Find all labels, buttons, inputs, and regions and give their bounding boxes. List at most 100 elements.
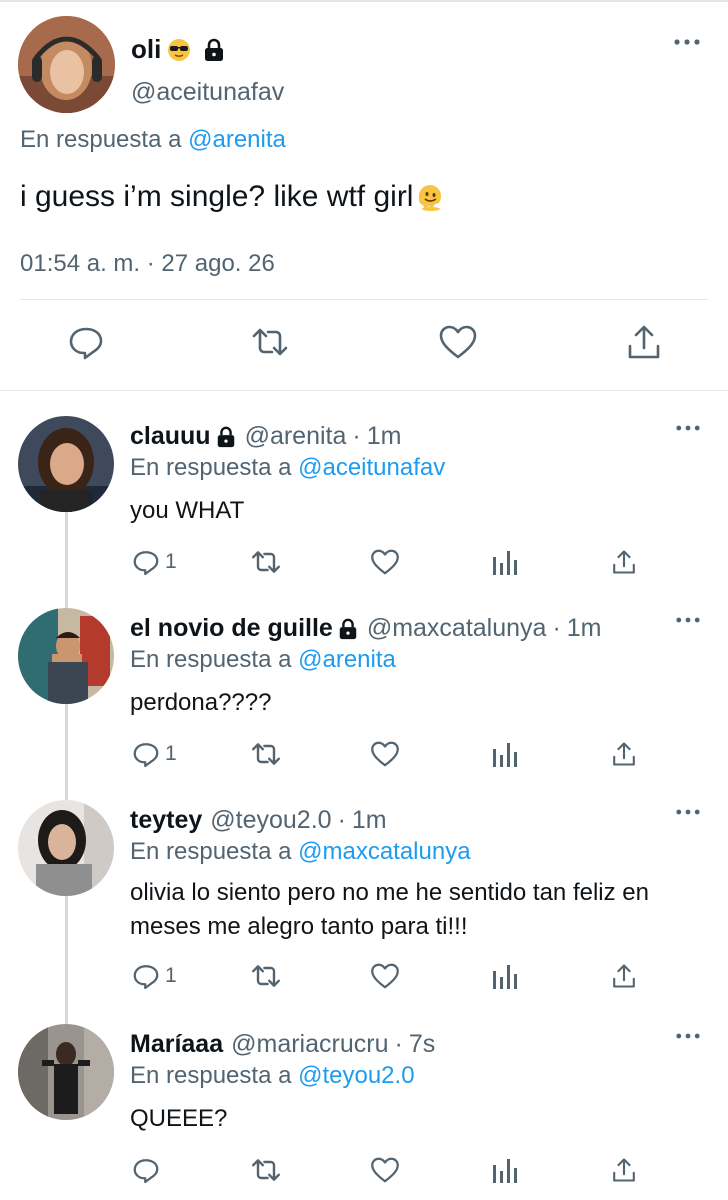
reply-time[interactable]: 1m	[352, 806, 387, 835]
retweet-icon[interactable]	[250, 1154, 282, 1186]
separator-dot: ·	[552, 614, 561, 642]
retweet-icon[interactable]	[250, 960, 282, 992]
share-icon[interactable]	[610, 960, 638, 992]
author-handle[interactable]: @teyou2.0	[210, 806, 331, 835]
reply-tweet: clauuu @arenita · 1m En respuesta a @ace…	[0, 416, 728, 596]
separator-dot: ·	[337, 806, 346, 834]
more-options-icon[interactable]	[676, 808, 700, 816]
reply-prefix: En respuesta a	[130, 646, 292, 673]
reply-header: teytey @teyou2.0 · 1m	[130, 806, 387, 835]
reply-text: perdona????	[130, 689, 272, 716]
author-name[interactable]: Maríaaa	[130, 1030, 223, 1059]
avatar[interactable]	[18, 608, 114, 704]
views-analytics-icon[interactable]	[492, 546, 518, 578]
views-analytics-icon[interactable]	[492, 1154, 518, 1186]
avatar[interactable]	[18, 1024, 114, 1120]
retweet-icon[interactable]	[250, 738, 282, 770]
reply-context: En respuesta a @arenita	[130, 646, 396, 674]
divider	[20, 299, 708, 300]
more-options-icon[interactable]	[676, 1032, 700, 1040]
reply-to-link[interactable]: @maxcatalunya	[298, 838, 470, 865]
retweet-icon[interactable]	[250, 322, 290, 362]
more-options-icon[interactable]	[676, 616, 700, 624]
like-heart-icon[interactable]	[370, 738, 400, 770]
main-tweet: oli @aceitunafav En respuesta a @arenita…	[0, 0, 728, 392]
lock-icon	[337, 618, 359, 640]
reply-context: En respuesta a @teyou2.0	[130, 1062, 415, 1090]
author-row: oli	[131, 34, 225, 65]
reply-time[interactable]: 1m	[367, 422, 402, 451]
retweet-icon[interactable]	[250, 546, 282, 578]
like-heart-icon[interactable]	[370, 1154, 400, 1186]
reply-icon	[131, 1155, 161, 1185]
reply-header: clauuu @arenita · 1m	[130, 422, 401, 451]
section-divider	[0, 390, 728, 391]
reply-actions: 1	[0, 738, 728, 778]
author-handle[interactable]: @maxcatalunya	[367, 614, 547, 643]
reply-actions: 1	[0, 546, 728, 586]
reply-text: olivia lo siento pero no me he sentido t…	[130, 879, 649, 940]
author-name[interactable]: teytey	[130, 806, 202, 835]
avatar[interactable]	[18, 800, 114, 896]
author-name[interactable]: oli	[131, 34, 161, 65]
reply-actions: 1	[0, 960, 728, 1000]
reply-button[interactable]	[131, 1154, 165, 1186]
reply-icon[interactable]	[66, 322, 106, 362]
tweet-timestamp[interactable]: 01:54 a. m. · 27 ago. 26	[20, 250, 275, 278]
tweet-text-content: i guess i’m single? like wtf girl	[20, 180, 414, 213]
reply-actions	[0, 1154, 728, 1194]
more-options-icon[interactable]	[674, 38, 700, 46]
like-heart-icon[interactable]	[370, 546, 400, 578]
reply-count: 1	[165, 964, 177, 987]
reply-header: Maríaaa @mariacrucru · 7s	[130, 1030, 435, 1059]
lock-icon	[215, 426, 237, 448]
reply-prefix: En respuesta a	[130, 1062, 292, 1089]
reply-tweet: teytey @teyou2.0 · 1m En respuesta a @ma…	[0, 800, 728, 1010]
avatar[interactable]	[18, 16, 115, 113]
reply-tweet: Maríaaa @mariacrucru · 7s En respuesta a…	[0, 1024, 728, 1200]
tweet-text: i guess i’m single? like wtf girl	[20, 180, 445, 214]
reply-time[interactable]: 1m	[567, 614, 602, 643]
reply-context: En respuesta a @aceitunafav	[130, 454, 445, 482]
reply-icon	[131, 739, 161, 769]
author-handle[interactable]: @mariacrucru	[231, 1030, 388, 1059]
author-name[interactable]: clauuu	[130, 422, 211, 451]
views-analytics-icon[interactable]	[492, 738, 518, 770]
share-icon[interactable]	[610, 1154, 638, 1186]
reply-to-link[interactable]: @arenita	[298, 646, 396, 673]
author-handle[interactable]: @arenita	[245, 422, 347, 451]
reply-icon	[131, 547, 161, 577]
reply-count: 1	[165, 742, 177, 765]
reply-text: you WHAT	[130, 497, 245, 524]
reply-time[interactable]: 7s	[409, 1030, 435, 1059]
reply-button[interactable]: 1	[131, 738, 177, 770]
reply-to-link[interactable]: @aceitunafav	[298, 454, 445, 481]
reply-text: QUEEE?	[130, 1105, 228, 1132]
reply-prefix: En respuesta a	[130, 454, 292, 481]
avatar[interactable]	[18, 416, 114, 512]
reply-button[interactable]: 1	[131, 960, 177, 992]
reply-to-link[interactable]: @teyou2.0	[298, 1062, 414, 1089]
reply-context: En respuesta a @arenita	[20, 126, 286, 154]
like-heart-icon[interactable]	[438, 322, 478, 362]
views-analytics-icon[interactable]	[492, 960, 518, 992]
separator-dot: ·	[394, 1030, 403, 1058]
author-name[interactable]: el novio de guille	[130, 614, 333, 643]
lock-icon	[203, 38, 225, 62]
share-icon[interactable]	[624, 322, 664, 362]
tweet-actions	[0, 322, 728, 370]
author-handle[interactable]: @aceitunafav	[131, 78, 284, 107]
reply-button[interactable]: 1	[131, 546, 177, 578]
reply-header: el novio de guille @maxcatalunya · 1m	[130, 614, 602, 643]
like-heart-icon[interactable]	[370, 960, 400, 992]
more-options-icon[interactable]	[676, 424, 700, 432]
reply-tweet: el novio de guille @maxcatalunya · 1m En…	[0, 608, 728, 788]
reply-prefix: En respuesta a	[130, 838, 292, 865]
share-icon[interactable]	[610, 738, 638, 770]
reply-icon	[131, 961, 161, 991]
reply-prefix: En respuesta a	[20, 126, 182, 153]
melting-face-emoji-icon	[415, 182, 445, 212]
separator-dot: ·	[352, 422, 361, 450]
reply-to-link[interactable]: @arenita	[188, 126, 286, 153]
share-icon[interactable]	[610, 546, 638, 578]
